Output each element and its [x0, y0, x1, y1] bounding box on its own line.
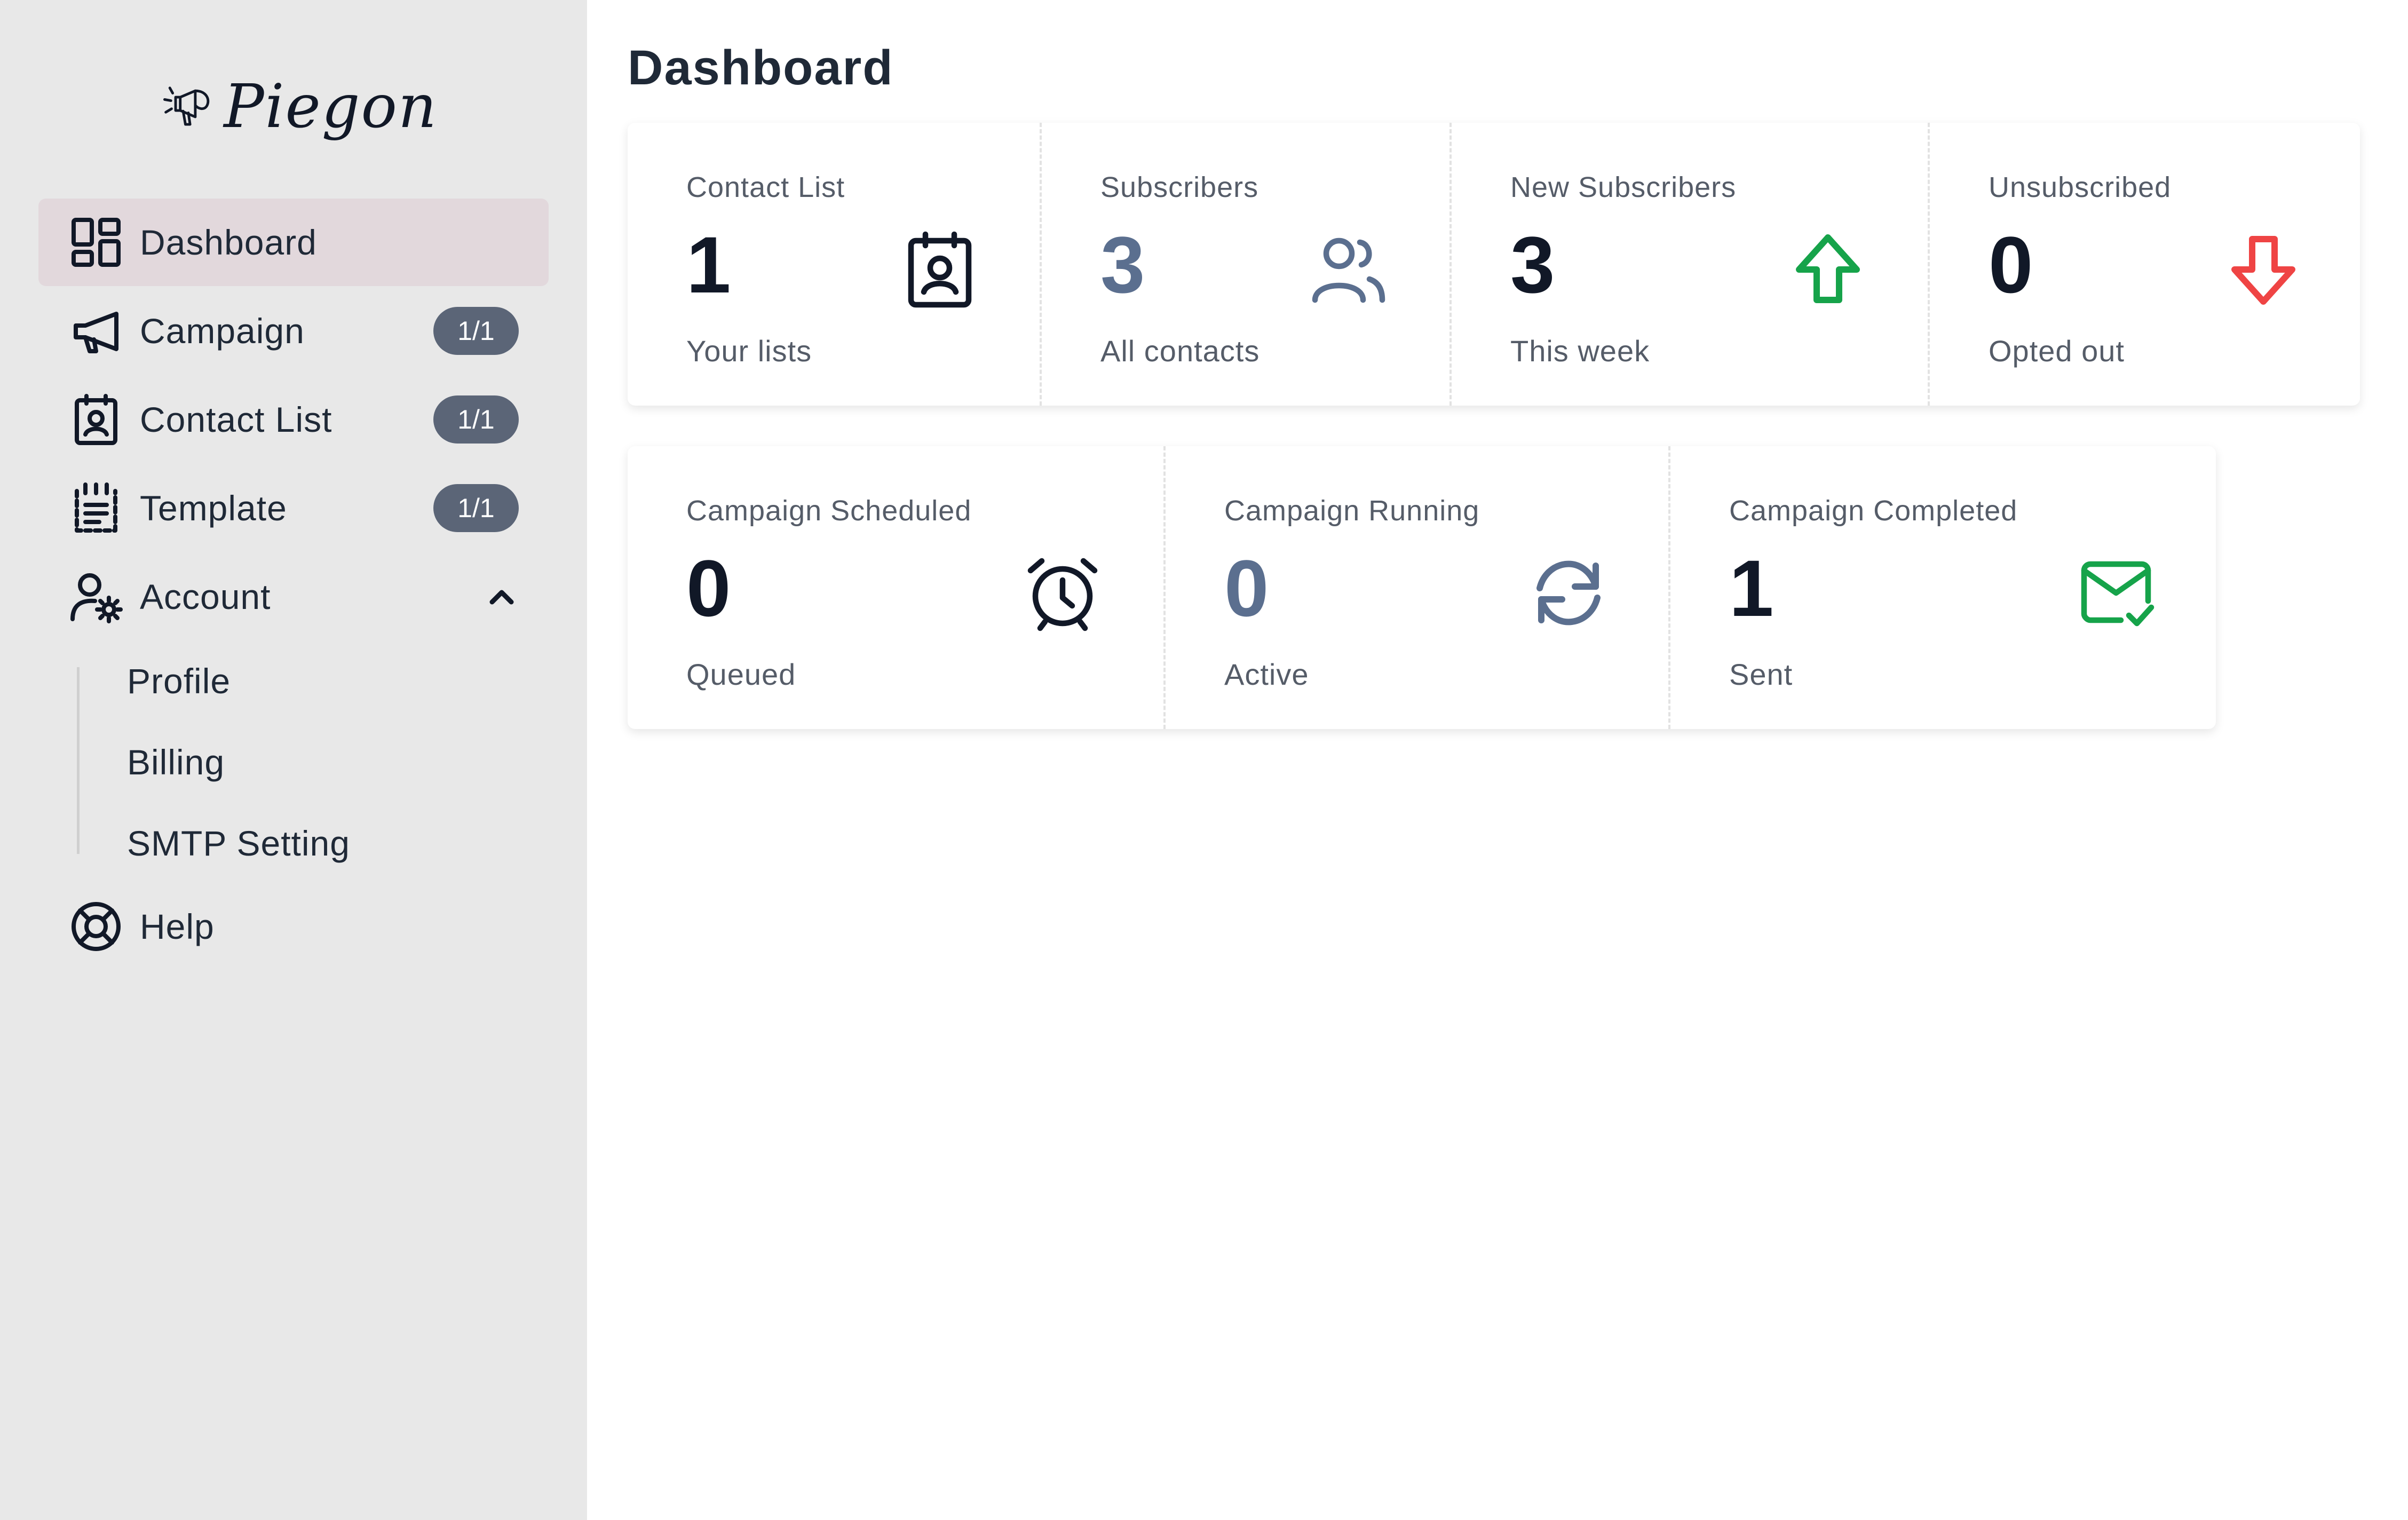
stat-card-campaign-completed[interactable]: Campaign Completed 1 Sent — [1670, 446, 2216, 729]
contact-card-icon — [900, 229, 980, 310]
alarm-clock-icon — [1023, 553, 1103, 633]
stat-card-campaign-running[interactable]: Campaign Running 0 Active — [1166, 446, 1670, 729]
arrow-up-icon — [1788, 229, 1868, 310]
stat-card-new-subscribers[interactable]: New Subscribers 3 This week — [1452, 123, 1930, 406]
submenu-item-billing[interactable]: Billing — [127, 742, 225, 782]
pigeon-megaphone-icon — [163, 86, 210, 126]
stat-desc: Sent — [1729, 658, 1793, 691]
sidebar-item-template[interactable]: Template 1/1 — [38, 464, 549, 552]
template-list-icon — [68, 480, 124, 536]
stat-label: Campaign Scheduled — [686, 495, 972, 527]
sidebar-item-account[interactable]: Account — [38, 553, 549, 640]
stat-card-subscribers[interactable]: Subscribers 3 All contacts — [1042, 123, 1452, 406]
sidebar-item-dashboard[interactable]: Dashboard — [38, 199, 549, 286]
campaign-count-badge: 1/1 — [433, 307, 519, 355]
stat-value: 3 — [1510, 220, 1555, 310]
stat-card-contact-list[interactable]: Contact List 1 Your lists — [628, 123, 1042, 406]
stat-label: Contact List — [686, 171, 845, 203]
stat-label: Campaign Running — [1224, 495, 1480, 527]
sidebar-item-campaign[interactable]: Campaign 1/1 — [38, 287, 549, 375]
sidebar-item-label: Campaign — [140, 311, 305, 351]
stat-label: Subscribers — [1100, 171, 1259, 203]
arrow-down-icon — [2223, 229, 2303, 310]
contact-list-count-badge: 1/1 — [433, 395, 519, 444]
stat-desc: This week — [1510, 334, 1650, 368]
account-submenu-rail — [77, 667, 80, 854]
stat-value: 3 — [1100, 220, 1145, 310]
sidebar-item-label: Help — [140, 907, 215, 946]
stat-label: New Subscribers — [1510, 171, 1737, 203]
stat-value: 0 — [1989, 220, 2033, 310]
stat-label: Campaign Completed — [1729, 495, 2018, 527]
mail-check-icon — [2076, 553, 2156, 633]
sidebar-item-help[interactable]: Help — [38, 883, 549, 970]
sidebar-item-label: Template — [140, 488, 287, 528]
stat-value: 0 — [686, 543, 731, 633]
brand-logo[interactable]: Piegon — [155, 59, 438, 155]
stat-value: 0 — [1224, 543, 1269, 633]
contact-card-icon — [68, 392, 124, 447]
stat-desc: Queued — [686, 658, 796, 691]
stat-card-campaign-scheduled[interactable]: Campaign Scheduled 0 Queued — [628, 446, 1166, 729]
users-icon — [1309, 229, 1389, 310]
stat-desc: Opted out — [1989, 334, 2125, 368]
sidebar: Piegon Dashboard Campaign 1/1 Contact Li… — [0, 0, 587, 1520]
dashboard-grid-icon — [68, 215, 124, 270]
brand-name: Piegon — [224, 72, 438, 141]
lifebuoy-icon — [68, 899, 124, 954]
sidebar-item-label: Account — [140, 577, 271, 616]
stat-label: Unsubscribed — [1989, 171, 2172, 203]
sidebar-item-label: Dashboard — [140, 223, 317, 262]
refresh-icon — [1528, 553, 1609, 633]
sidebar-item-label: Contact List — [140, 400, 332, 439]
megaphone-icon — [68, 303, 124, 359]
chevron-up-icon[interactable] — [485, 580, 519, 614]
template-count-badge: 1/1 — [433, 484, 519, 532]
stats-row-contacts: Contact List 1 Your lists Subscribers 3 … — [628, 123, 2360, 406]
stat-desc: Your lists — [686, 334, 812, 368]
stat-card-unsubscribed[interactable]: Unsubscribed 0 Opted out — [1930, 123, 2360, 406]
stat-desc: Active — [1224, 658, 1309, 691]
user-gear-icon — [68, 569, 124, 624]
page-title: Dashboard — [628, 41, 894, 95]
submenu-item-smtp-setting[interactable]: SMTP Setting — [127, 823, 350, 864]
stat-value: 1 — [1729, 543, 1774, 633]
submenu-item-profile[interactable]: Profile — [127, 661, 231, 701]
stat-value: 1 — [686, 220, 731, 310]
sidebar-item-contact-list[interactable]: Contact List 1/1 — [38, 376, 549, 463]
stat-desc: All contacts — [1100, 334, 1260, 368]
stats-row-campaigns: Campaign Scheduled 0 Queued Campaign Run… — [628, 446, 2216, 729]
